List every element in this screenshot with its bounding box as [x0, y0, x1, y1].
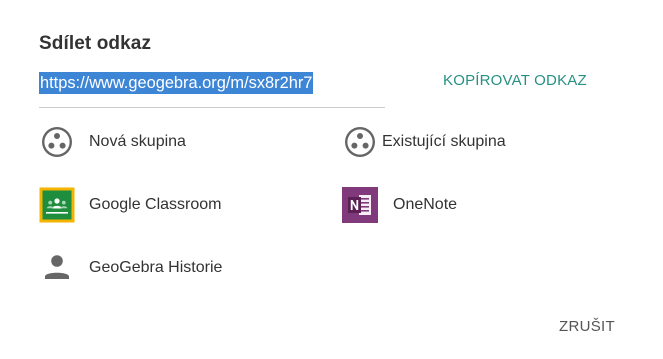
option-google-classroom[interactable]: Google Classroom [39, 187, 222, 223]
google-classroom-icon [39, 187, 75, 223]
option-new-group[interactable]: Nová skupina [39, 124, 186, 160]
option-label: Google Classroom [89, 196, 222, 213]
option-label: Existující skupina [382, 133, 506, 150]
option-label: Nová skupina [89, 133, 186, 150]
cancel-button[interactable]: ZRUŠIT [559, 318, 615, 335]
share-link-row: https://www.geogebra.org/m/sx8r2hr7 [39, 70, 385, 110]
option-onenote[interactable]: OneNote [342, 187, 457, 223]
group-icon [39, 124, 75, 160]
option-label: GeoGebra Historie [89, 259, 223, 276]
option-label: OneNote [393, 196, 458, 213]
share-link-field[interactable]: https://www.geogebra.org/m/sx8r2hr7 [39, 72, 314, 94]
dialog-title: Sdílet odkaz [39, 33, 152, 54]
link-underline [39, 107, 385, 108]
share-dialog: Sdílet odkaz https://www.geogebra.org/m/… [0, 0, 663, 359]
option-geogebra-history[interactable]: GeoGebra Historie [39, 250, 222, 286]
copy-link-button[interactable]: KOPÍROVAT ODKAZ [443, 72, 587, 89]
onenote-icon [342, 187, 378, 223]
person-icon [39, 250, 75, 286]
option-existing-group[interactable]: Existující skupina [342, 124, 506, 160]
group-icon [342, 124, 378, 160]
